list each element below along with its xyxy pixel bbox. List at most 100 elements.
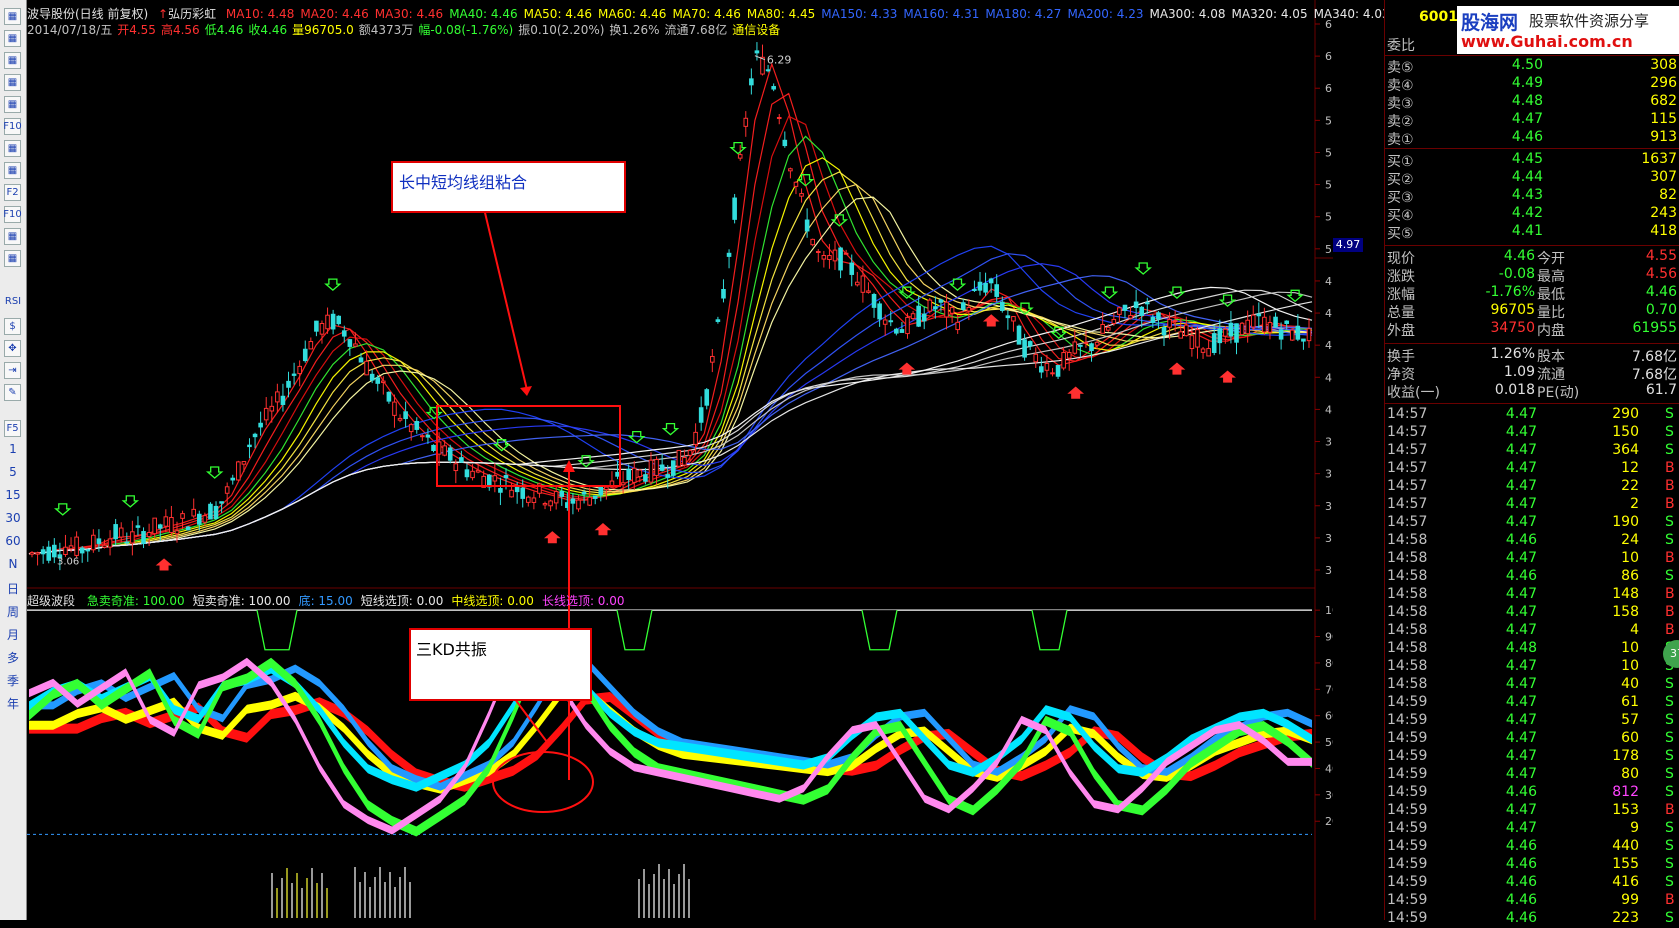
- quote-row-0-cell: 4.46: [1503, 248, 1535, 264]
- candle-body: [710, 355, 715, 363]
- sell-arrow-icon: [121, 495, 140, 508]
- cycle-4[interactable]: 季: [2, 672, 24, 689]
- period-1[interactable]: 1: [2, 442, 24, 456]
- candle-body: [291, 373, 297, 376]
- candle-body: [336, 315, 342, 325]
- candle-body: [955, 321, 960, 331]
- quote-row-2: 涨幅 -1.76% 最低 4.46: [1385, 284, 1679, 303]
- candle-body: [1289, 329, 1295, 341]
- period-60[interactable]: 60: [2, 534, 24, 548]
- tick-row-1-cell: 150: [1612, 424, 1639, 440]
- candle-body: [949, 307, 955, 314]
- report-icon[interactable]: ▦: [4, 162, 21, 179]
- price-axis-label-8: 4.80: [1325, 275, 1333, 288]
- candle-body: [1250, 314, 1256, 328]
- f2-icon[interactable]: F2: [4, 184, 21, 201]
- candle-body: [330, 313, 336, 330]
- f10-icon[interactable]: F10: [3, 118, 22, 135]
- ma-legend-3: MA40: 4.46: [449, 7, 518, 21]
- sell-row-2-cell: 卖③: [1387, 96, 1414, 112]
- candle-body: [85, 549, 91, 552]
- quote-summary-6: 额4373万: [358, 23, 414, 37]
- wave-icon[interactable]: ▦: [4, 250, 21, 267]
- f5-icon[interactable]: F5: [4, 420, 21, 437]
- candle-body: [1094, 341, 1100, 346]
- cycle-2[interactable]: 月: [2, 626, 24, 643]
- chart-icon[interactable]: ▦: [4, 8, 21, 25]
- rsi-button[interactable]: RSI: [2, 296, 24, 307]
- tick-row-22-cell: 153: [1612, 802, 1639, 818]
- line-icon[interactable]: ▦: [4, 52, 21, 69]
- cycle-1[interactable]: 周: [2, 603, 24, 620]
- cycle-0[interactable]: 日: [2, 580, 24, 597]
- candle-body: [1245, 319, 1250, 335]
- rainbow-indicator[interactable]: ↑弘历彩虹: [158, 7, 216, 21]
- quote-summary-10: 流通7.68亿: [664, 23, 728, 37]
- candle-body: [102, 544, 107, 548]
- ma-legend-1: MA20: 4.46: [300, 7, 369, 21]
- candle-body: [180, 513, 185, 519]
- tick-row-5-cell: 4.47: [1505, 496, 1537, 512]
- sell-row-0-cell: 308: [1650, 57, 1677, 73]
- period-5[interactable]: 5: [2, 465, 24, 479]
- candle-body: [1234, 323, 1239, 343]
- candle-body: [927, 299, 933, 312]
- tick-row-13: 14:584.4810S: [1385, 640, 1679, 658]
- period-15[interactable]: 15: [2, 488, 24, 502]
- candle-body: [319, 323, 325, 335]
- candle-body: [392, 401, 397, 416]
- tick-row-26-cell: 14:59: [1387, 874, 1428, 890]
- ma-legend-9: MA160: 4.31: [903, 7, 980, 21]
- export-icon[interactable]: ⇥: [4, 362, 21, 379]
- f10b-icon[interactable]: F10: [3, 206, 22, 223]
- window-icon[interactable]: ▦: [4, 140, 21, 157]
- candle-body: [726, 252, 732, 257]
- fund-row-1-cell: 7.68亿: [1631, 367, 1677, 383]
- sub-axis-label-3: 70.00: [1325, 683, 1333, 696]
- fund-row-2-cell: 收益(一): [1387, 385, 1440, 401]
- cycle-5[interactable]: 年: [2, 695, 24, 712]
- tick-row-12-cell: B: [1665, 622, 1675, 638]
- candle-body: [977, 281, 983, 291]
- tick-row-24: 14:59 4.46 440 S: [1385, 838, 1679, 856]
- tick-row-27-cell: B: [1665, 892, 1675, 908]
- fund-row-2: 收益(一) 0.018 PE(动) 61.7: [1385, 382, 1679, 401]
- buy-row-1-cell: 买②: [1387, 172, 1414, 188]
- pencil-icon[interactable]: ✎: [4, 384, 21, 401]
- candle-body: [882, 319, 888, 325]
- candle-icon[interactable]: ▦: [4, 74, 21, 91]
- tick-row-27-cell: 14:59: [1387, 892, 1428, 908]
- sub-legend-4: 中线选顶: 0.00: [451, 594, 534, 608]
- kline-chart[interactable]: 6.406.206.005.805.605.405.205.004.804.60…: [27, 0, 1333, 920]
- sell-row-3-cell: 卖②: [1387, 114, 1414, 130]
- candle-body: [972, 288, 977, 291]
- sell-row-1-cell: 卖④: [1387, 78, 1414, 94]
- buy-row-0-cell: 4.45: [1511, 151, 1543, 167]
- dollar-icon[interactable]: $: [4, 318, 21, 335]
- candle-body: [810, 238, 815, 246]
- tick-row-23: 14:59 4.47 9 S: [1385, 820, 1679, 838]
- sell-arrow-icon: [1134, 262, 1152, 275]
- candle-body: [308, 341, 314, 350]
- tick-row-7-cell: 14:58: [1387, 532, 1428, 548]
- quote-row-3: 总量 96705 量比 0.70: [1385, 302, 1679, 321]
- candle-body: [236, 461, 241, 481]
- layout-icon[interactable]: ▦: [4, 96, 21, 113]
- candle-body: [470, 470, 475, 479]
- candle-body: [1055, 365, 1061, 377]
- tick-row-11-cell: 158: [1612, 604, 1639, 620]
- move-icon[interactable]: ✥: [4, 340, 21, 357]
- annotation-arrow-head-glue: [520, 386, 532, 396]
- sell-row-4-cell: 4.46: [1511, 129, 1543, 145]
- candle-body: [169, 516, 174, 534]
- buy-row-1: 买② 4.44 307: [1385, 169, 1679, 188]
- search-icon[interactable]: ▦: [4, 228, 21, 245]
- cycle-3[interactable]: 多: [2, 649, 24, 666]
- candle-body: [475, 469, 481, 473]
- period-30[interactable]: 30: [2, 511, 24, 525]
- tick-row-9-cell: 4.46: [1505, 568, 1537, 584]
- period-N[interactable]: N: [2, 557, 24, 571]
- list-icon[interactable]: ▦: [4, 30, 21, 47]
- tick-row-4-cell: 14:57: [1387, 478, 1428, 494]
- candle-body: [397, 417, 403, 421]
